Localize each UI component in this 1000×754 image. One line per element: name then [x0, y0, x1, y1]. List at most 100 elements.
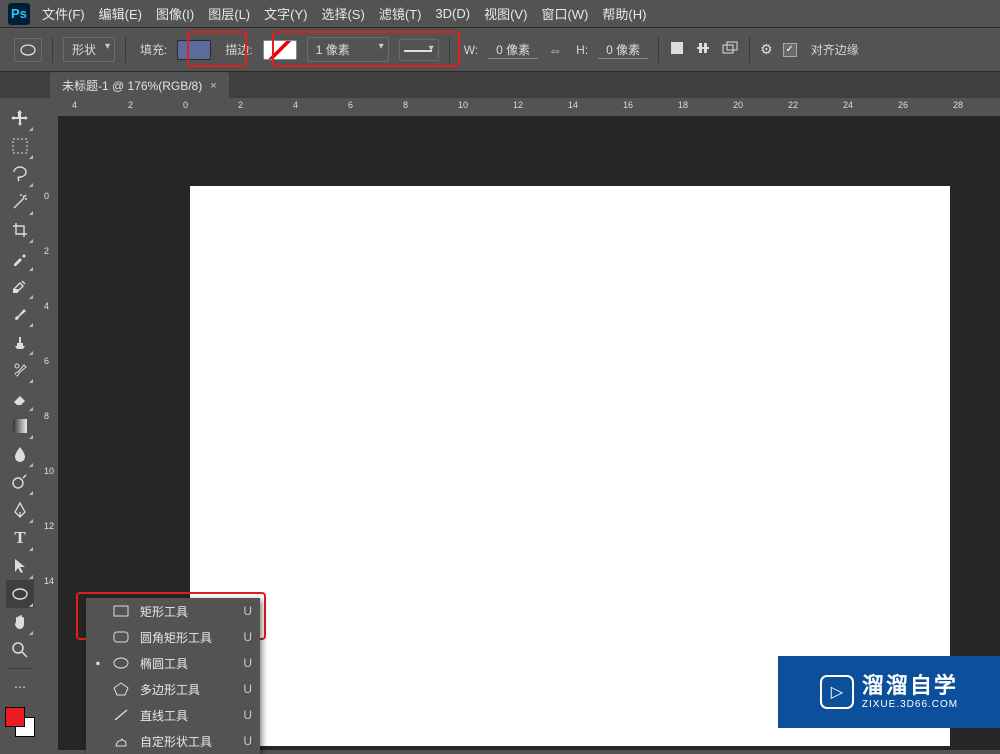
- stroke-style-select[interactable]: [399, 39, 439, 61]
- clone-stamp-tool[interactable]: [6, 328, 34, 356]
- brush-tool[interactable]: [6, 300, 34, 328]
- menu-help[interactable]: 帮助(H): [602, 4, 646, 23]
- menu-file[interactable]: 文件(F): [42, 4, 85, 23]
- path-arrange-icon[interactable]: [721, 40, 739, 59]
- document-tab-title: 未标题-1 @ 176%(RGB/8): [62, 77, 202, 94]
- history-brush-tool[interactable]: [6, 356, 34, 384]
- gear-icon[interactable]: ⚙: [760, 41, 773, 58]
- menu-filter[interactable]: 滤镜(T): [379, 4, 422, 23]
- ruler-tick: 6: [348, 100, 353, 110]
- menu-edit[interactable]: 编辑(E): [99, 4, 142, 23]
- ruler-tick: 4: [72, 100, 77, 110]
- divider: [749, 37, 750, 63]
- color-swatches[interactable]: [5, 707, 35, 737]
- flyout-label: 直线工具: [140, 707, 233, 724]
- menu-select[interactable]: 选择(S): [321, 4, 364, 23]
- ruler-tick: 6: [44, 356, 49, 366]
- flyout-shortcut: U: [243, 708, 252, 722]
- ruler-tick: 26: [898, 100, 908, 110]
- width-input[interactable]: [488, 40, 538, 59]
- ruler-tick: 4: [44, 301, 49, 311]
- height-label: H:: [576, 43, 588, 57]
- dodge-tool[interactable]: [6, 468, 34, 496]
- eraser-tool[interactable]: [6, 384, 34, 412]
- stroke-width-select[interactable]: 1 像素: [307, 37, 389, 62]
- height-input[interactable]: [598, 40, 648, 59]
- ruler-tick: 0: [183, 100, 188, 110]
- link-wh-icon[interactable]: ⇔: [548, 42, 562, 58]
- flyout-label: 多边形工具: [140, 681, 233, 698]
- ruler-corner: [40, 98, 58, 116]
- close-tab-icon[interactable]: ×: [210, 80, 216, 92]
- menu-view[interactable]: 视图(V): [484, 4, 527, 23]
- options-bar: 形状 填充: 描边: 1 像素 W: ⇔ H: ⚙ ✓ 对齐边缘: [0, 28, 1000, 72]
- lasso-tool[interactable]: [6, 160, 34, 188]
- checkmark: ▪: [94, 656, 102, 670]
- stroke-swatch[interactable]: [263, 40, 297, 60]
- foreground-color-swatch[interactable]: [5, 707, 25, 727]
- flyout-item-line[interactable]: 直线工具 U: [86, 702, 260, 728]
- path-ops-combine-icon[interactable]: [669, 40, 685, 59]
- path-align-icon[interactable]: [695, 40, 711, 59]
- ruler-tick: 10: [44, 466, 54, 476]
- edit-toolbar-icon[interactable]: ⋯: [6, 673, 34, 701]
- ruler-tick: 2: [44, 246, 49, 256]
- menu-layer[interactable]: 图层(L): [208, 4, 250, 23]
- flyout-shortcut: U: [243, 682, 252, 696]
- menu-image[interactable]: 图像(I): [156, 4, 194, 23]
- rectangle-icon: [112, 602, 130, 620]
- flyout-item-rectangle[interactable]: 矩形工具 U: [86, 598, 260, 624]
- active-tool-preview-icon[interactable]: [14, 38, 42, 62]
- line-icon: [112, 706, 130, 724]
- align-edges-label: 对齐边缘: [811, 41, 859, 58]
- flyout-label: 自定形状工具: [140, 733, 233, 750]
- stroke-label: 描边:: [225, 41, 252, 58]
- shape-tool-flyout: 矩形工具 U 圆角矩形工具 U ▪ 椭圆工具 U 多边形工具 U: [86, 598, 260, 754]
- document-tab[interactable]: 未标题-1 @ 176%(RGB/8) ×: [50, 72, 229, 98]
- tool-panel: T ⋯: [0, 98, 40, 750]
- ruler-tick: 22: [788, 100, 798, 110]
- align-edges-checkbox[interactable]: ✓: [783, 43, 797, 57]
- flyout-item-custom-shape[interactable]: 自定形状工具 U: [86, 728, 260, 754]
- ruler-tick: 14: [44, 576, 54, 586]
- path-selection-tool[interactable]: [6, 552, 34, 580]
- blur-tool[interactable]: [6, 440, 34, 468]
- hand-tool[interactable]: [6, 608, 34, 636]
- magic-wand-tool[interactable]: [6, 188, 34, 216]
- watermark: ▷ 溜溜自学 ZIXUE.3D66.COM: [778, 656, 1000, 728]
- ruler-tick: 28: [953, 100, 963, 110]
- flyout-item-rounded-rectangle[interactable]: 圆角矩形工具 U: [86, 624, 260, 650]
- flyout-item-polygon[interactable]: 多边形工具 U: [86, 676, 260, 702]
- gradient-tool[interactable]: [6, 412, 34, 440]
- fill-label: 填充:: [140, 41, 167, 58]
- flyout-shortcut: U: [243, 630, 252, 644]
- eyedropper-tool[interactable]: [6, 244, 34, 272]
- divider: [449, 37, 450, 63]
- type-tool[interactable]: T: [6, 524, 34, 552]
- tool-mode-select[interactable]: 形状: [63, 37, 115, 62]
- pen-tool[interactable]: [6, 496, 34, 524]
- flyout-item-ellipse[interactable]: ▪ 椭圆工具 U: [86, 650, 260, 676]
- play-icon: ▷: [820, 675, 854, 709]
- flyout-label: 椭圆工具: [140, 655, 233, 672]
- rounded-rectangle-icon: [112, 628, 130, 646]
- shape-tool[interactable]: [6, 580, 34, 608]
- menu-type[interactable]: 文字(Y): [264, 4, 307, 23]
- watermark-title: 溜溜自学: [862, 673, 958, 699]
- menu-3d[interactable]: 3D(D): [435, 6, 470, 21]
- divider: [8, 668, 32, 669]
- menu-bar: Ps 文件(F) 编辑(E) 图像(I) 图层(L) 文字(Y) 选择(S) 滤…: [0, 0, 1000, 28]
- ruler-tick: 16: [623, 100, 633, 110]
- app-logo: Ps: [8, 3, 30, 25]
- healing-brush-tool[interactable]: [6, 272, 34, 300]
- menu-window[interactable]: 窗口(W): [541, 4, 588, 23]
- ruler-tick: 2: [238, 100, 243, 110]
- vertical-ruler: 0 2 4 6 8 10 12 14: [40, 116, 58, 750]
- fill-swatch[interactable]: [177, 40, 211, 60]
- move-tool[interactable]: [6, 104, 34, 132]
- zoom-tool[interactable]: [6, 636, 34, 664]
- crop-tool[interactable]: [6, 216, 34, 244]
- flyout-shortcut: U: [243, 734, 252, 748]
- flyout-shortcut: U: [243, 656, 252, 670]
- marquee-tool[interactable]: [6, 132, 34, 160]
